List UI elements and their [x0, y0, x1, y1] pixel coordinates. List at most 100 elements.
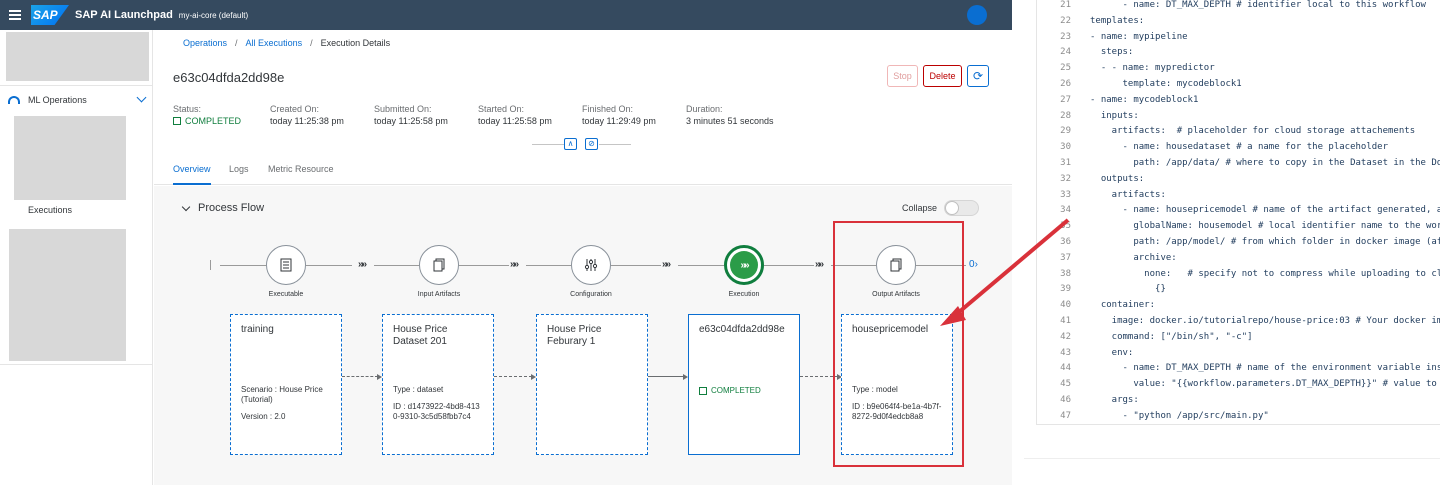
- code-line: 45 value: "{{workflow.parameters.DT_MAX_…: [1037, 379, 1440, 395]
- code-line: 23 - name: mypipeline: [1037, 32, 1440, 48]
- code-line: 42 command: ["/bin/sh", "-c"]: [1037, 332, 1440, 348]
- configuration-icon: [584, 259, 598, 271]
- execution-icon: »»: [730, 251, 758, 279]
- code-editor: 21 - name: DT_MAX_DEPTH # identifier loc…: [1036, 0, 1440, 425]
- meta-value: today 11:25:38 pm: [270, 116, 344, 126]
- node-execution[interactable]: »»: [724, 245, 764, 285]
- card-input-artifacts[interactable]: House Price Dataset 201 Type : dataset I…: [382, 314, 494, 455]
- line-number: 41: [1060, 316, 1071, 326]
- tab-indicator: [173, 183, 211, 185]
- meta-created: Created On: today 11:25:38 pm: [270, 103, 344, 127]
- node-label-configuration: Configuration: [570, 291, 612, 298]
- code-text: globalName: housemodel # local identifie…: [1090, 221, 1440, 232]
- card-detail: Version : 2.0: [241, 412, 286, 421]
- connector: [494, 376, 532, 377]
- code-line: 27 - name: mycodeblock1: [1037, 95, 1440, 111]
- code-text: outputs:: [1090, 173, 1145, 184]
- code-line: 34 - name: housepricemodel # name of the…: [1037, 205, 1440, 221]
- avatar[interactable]: [967, 5, 987, 25]
- sidebar-placeholder: [9, 229, 126, 361]
- line-number: 35: [1060, 221, 1071, 232]
- code-line: 41 image: docker.io/tutorialrepo/house-p…: [1037, 316, 1440, 332]
- connector: [648, 376, 684, 377]
- collapse-header-button[interactable]: ∧: [564, 138, 577, 150]
- breadcrumb-current: Execution Details: [320, 38, 391, 48]
- meta-value: today 11:25:58 pm: [478, 116, 552, 126]
- line-number: 25: [1060, 63, 1071, 74]
- breadcrumb-all-executions[interactable]: All Executions: [246, 38, 303, 48]
- resource-group[interactable]: my-ai-core (default): [179, 11, 248, 20]
- status-square-icon: [173, 117, 181, 125]
- meta-status: Status: COMPLETED: [173, 103, 241, 127]
- card-execution[interactable]: e63c04dfda2dd98e COMPLETED: [688, 314, 800, 455]
- delete-button[interactable]: Delete: [923, 65, 962, 87]
- menu-icon[interactable]: [9, 10, 21, 20]
- line-number: 46: [1060, 395, 1071, 405]
- line-number: 44: [1060, 363, 1071, 374]
- line-number: 28: [1060, 110, 1071, 121]
- status-badge: COMPLETED: [173, 115, 241, 127]
- chevron-down-icon[interactable]: [181, 202, 191, 212]
- chevron-down-icon[interactable]: [136, 92, 147, 103]
- card-detail: Type : dataset: [393, 385, 444, 394]
- sidebar-item-executions[interactable]: Executions: [28, 205, 72, 215]
- code-line: 38 none: # specify not to compress while…: [1037, 269, 1440, 285]
- card-title: training: [241, 324, 274, 335]
- meta-submitted: Submitted On: today 11:25:58 pm: [374, 103, 448, 127]
- flow-chevrons-icon: »»: [815, 259, 824, 270]
- code-text: path: /app/data/ # where to copy in the …: [1090, 158, 1440, 168]
- meta-label: Created On:: [270, 104, 320, 114]
- code-text: path: /app/model/ # from which folder in…: [1090, 237, 1440, 247]
- executable-icon: [280, 258, 292, 272]
- code-text: image: docker.io/tutorialrepo/house-pric…: [1090, 316, 1440, 326]
- tab-metric-resource[interactable]: Metric Resource: [268, 164, 334, 174]
- flow-line: [764, 265, 814, 266]
- code-line: 43 env:: [1037, 348, 1440, 364]
- refresh-button[interactable]: ⟳: [967, 65, 989, 87]
- card-executable[interactable]: training Scenario : House Price (Tutoria…: [230, 314, 342, 455]
- divider: [599, 144, 631, 145]
- line-number: 43: [1060, 347, 1071, 358]
- code-line: 22 templates:: [1037, 16, 1440, 32]
- code-text: templates:: [1090, 15, 1145, 26]
- flow-line: [306, 265, 352, 266]
- line-number: 40: [1060, 300, 1071, 311]
- code-line: 24 steps:: [1037, 47, 1440, 63]
- meta-label: Duration:: [686, 104, 723, 114]
- stop-button[interactable]: Stop: [887, 65, 918, 87]
- flow-line: [374, 265, 419, 266]
- code-line: 40 container:: [1037, 300, 1440, 316]
- breadcrumb-separator: /: [310, 38, 313, 48]
- line-number: 39: [1060, 284, 1071, 295]
- sidebar-item-ml-operations[interactable]: ML Operations: [0, 85, 153, 115]
- divider: [532, 144, 564, 145]
- collapse-label: Collapse: [902, 203, 938, 213]
- code-text: - "python /app/src/main.py": [1090, 410, 1269, 421]
- sidebar-placeholder: [6, 32, 149, 81]
- code-line: 35 globalName: housemodel # local identi…: [1037, 221, 1440, 237]
- meta-label: Status:: [173, 104, 202, 114]
- card-configuration[interactable]: House Price Feburary 1: [536, 314, 648, 455]
- line-number: 29: [1060, 126, 1071, 137]
- code-text: - name: DT_MAX_DEPTH # name of the envir…: [1090, 363, 1440, 374]
- code-line: 25 - - name: mypredictor: [1037, 63, 1440, 79]
- sap-logo: SAP: [31, 5, 69, 25]
- breadcrumb-separator: /: [235, 38, 238, 48]
- line-number: 23: [1060, 31, 1071, 42]
- card-title: e63c04dfda2dd98e: [699, 324, 785, 335]
- code-text: value: "{{workflow.parameters.DT_MAX_DEP…: [1090, 379, 1440, 390]
- node-input-artifacts[interactable]: [419, 245, 459, 285]
- code-text: archive:: [1090, 252, 1177, 263]
- node-executable[interactable]: [266, 245, 306, 285]
- node-label-execution: Execution: [728, 291, 760, 298]
- line-number: 37: [1060, 252, 1071, 263]
- tab-logs[interactable]: Logs: [229, 164, 249, 174]
- line-number: 22: [1060, 15, 1071, 26]
- tab-overview[interactable]: Overview: [173, 164, 211, 174]
- collapse-toggle[interactable]: [944, 200, 979, 216]
- pin-header-button[interactable]: ⊘: [585, 138, 598, 150]
- node-configuration[interactable]: [571, 245, 611, 285]
- code-line: 46 args:: [1037, 395, 1440, 411]
- breadcrumb-operations[interactable]: Operations: [183, 38, 227, 48]
- code-line: 36 path: /app/model/ # from which folder…: [1037, 237, 1440, 253]
